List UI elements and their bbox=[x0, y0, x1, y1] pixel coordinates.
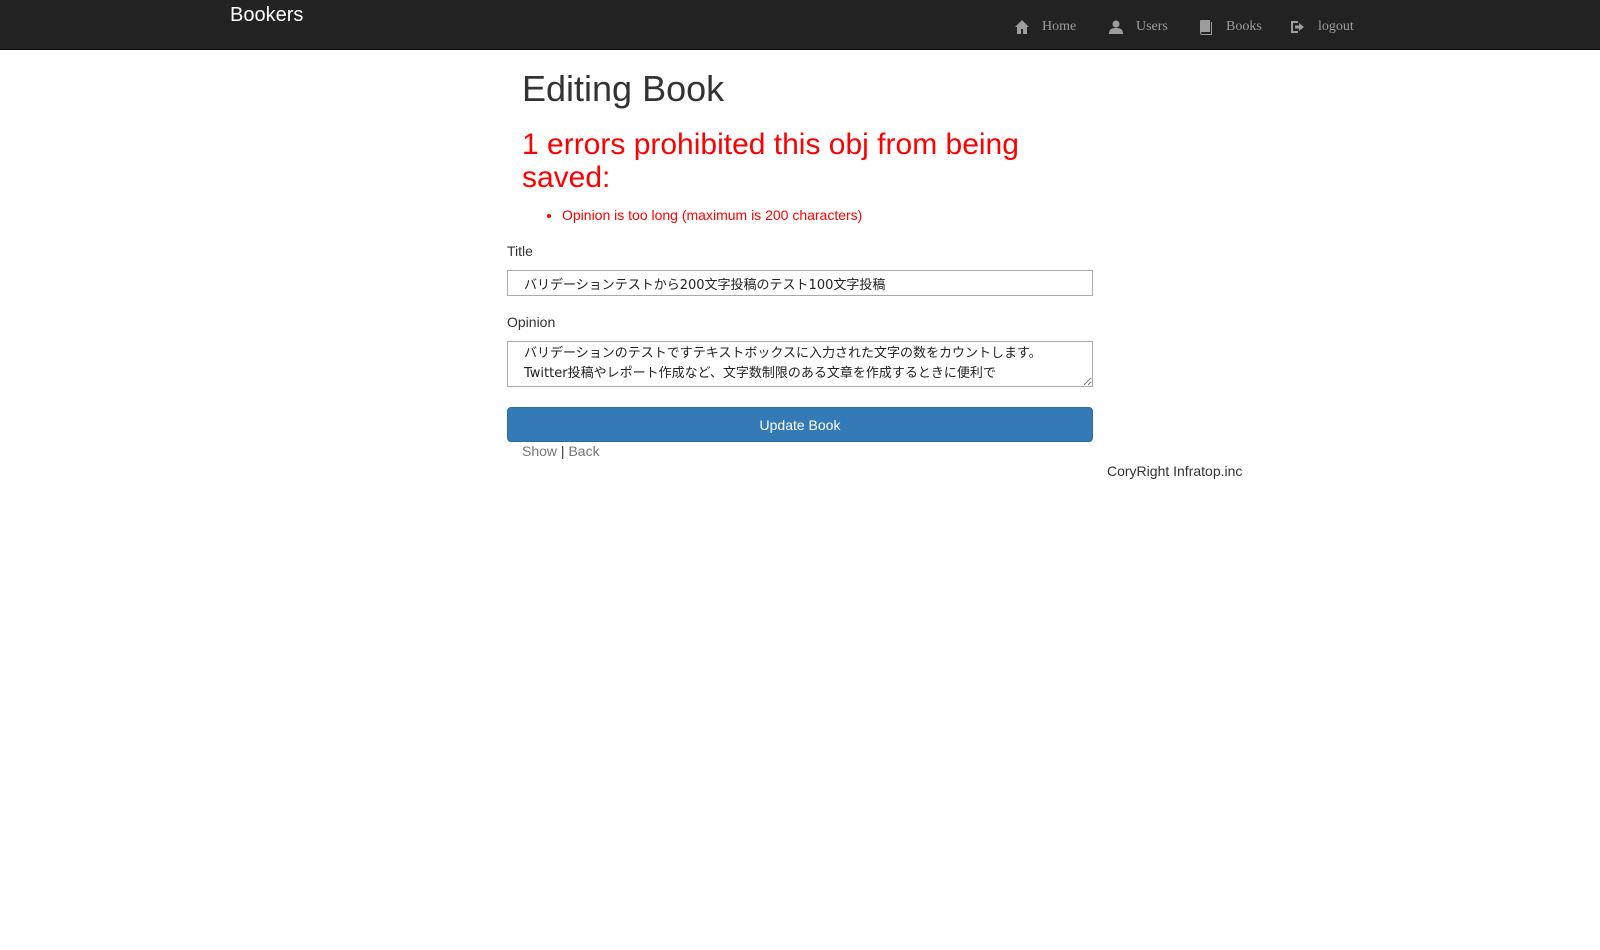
title-label: Title bbox=[507, 243, 533, 259]
nav-home-link[interactable]: Home bbox=[1014, 17, 1076, 37]
page-title: Editing Book bbox=[522, 68, 725, 109]
nav-logout-link[interactable]: logout bbox=[1290, 17, 1354, 37]
copyright-text: CoryRight Infratop.inc bbox=[1107, 463, 1243, 479]
title-input[interactable] bbox=[507, 270, 1093, 296]
error-message: Opinion is too long (maximum is 200 char… bbox=[562, 205, 862, 225]
home-icon bbox=[1015, 20, 1029, 34]
error-list: Opinion is too long (maximum is 200 char… bbox=[522, 205, 862, 225]
user-icon bbox=[1109, 20, 1123, 34]
nav-logout-label: logout bbox=[1318, 19, 1354, 34]
link-separator: | bbox=[560, 443, 565, 459]
nav-home-label: Home bbox=[1042, 19, 1077, 34]
back-link[interactable]: Back bbox=[568, 443, 599, 459]
nav-books-label: Books bbox=[1226, 19, 1262, 34]
error-heading: 1 errors prohibited this obj from being … bbox=[522, 128, 1019, 194]
nav-books-link[interactable]: Books bbox=[1198, 17, 1262, 37]
book-icon bbox=[1200, 20, 1212, 35]
top-navbar: Bookers Home Users Books logout bbox=[0, 0, 1600, 50]
footer-links: Show | Back bbox=[522, 441, 600, 461]
nav-users-link[interactable]: Users bbox=[1108, 17, 1168, 37]
opinion-label: Opinion bbox=[507, 314, 556, 330]
opinion-textarea[interactable]: バリデーションのテストですテキストボックスに入力された文字の数をカウントします。… bbox=[507, 341, 1093, 387]
brand-link[interactable]: Bookers bbox=[230, 5, 303, 25]
update-book-button[interactable]: Update Book bbox=[507, 407, 1093, 442]
nav-users-label: Users bbox=[1136, 19, 1168, 34]
logout-icon bbox=[1291, 21, 1304, 33]
show-link[interactable]: Show bbox=[522, 443, 557, 459]
